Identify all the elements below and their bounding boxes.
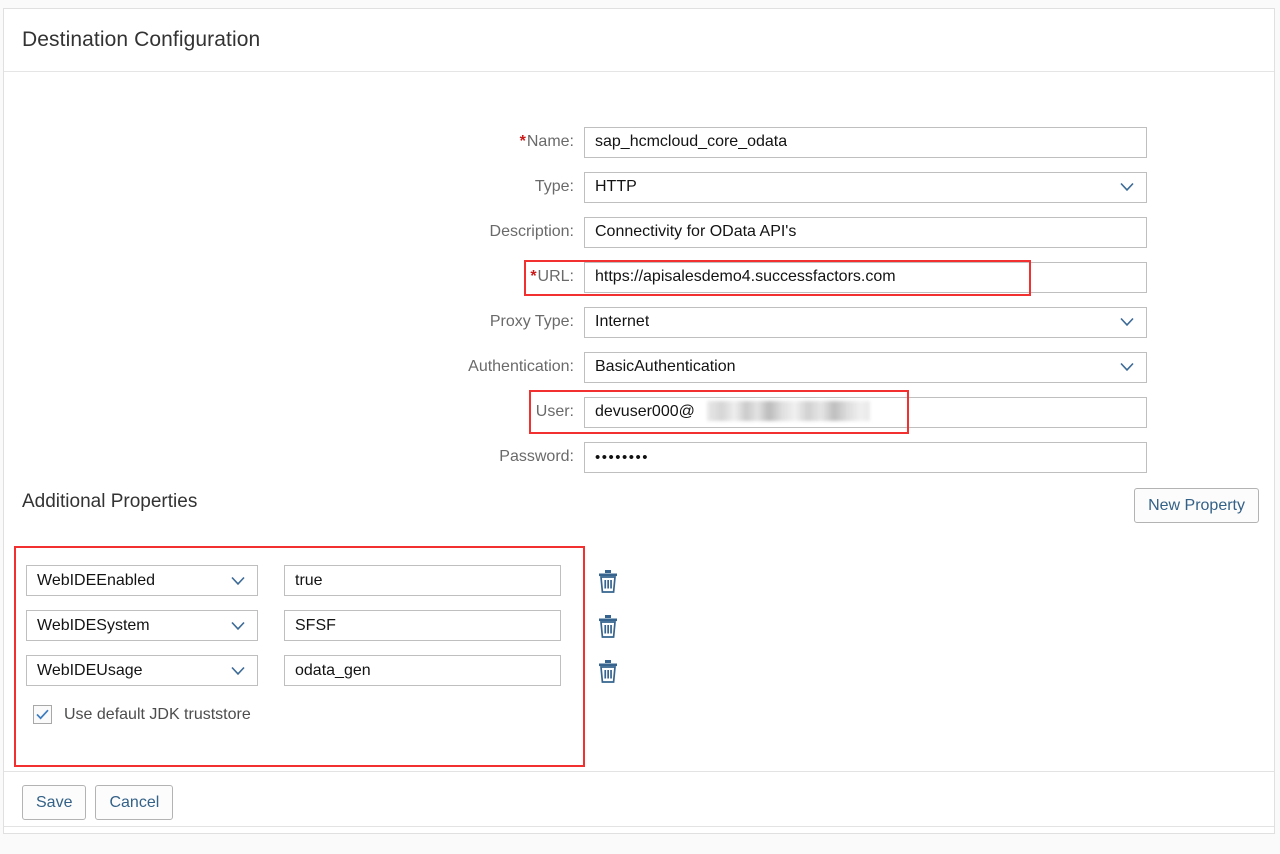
bottom-divider	[4, 826, 1274, 827]
trash-icon[interactable]	[597, 614, 619, 638]
name-input[interactable]: sap_hcmcloud_core_odata	[584, 126, 1147, 158]
truststore-row: Use default JDK truststore	[33, 705, 251, 724]
form-row-type: Type: HTTP	[4, 171, 1274, 203]
additional-properties-title: Additional Properties	[22, 491, 198, 512]
form-row-password: Password: ••••••••	[4, 441, 1274, 473]
url-input-value: https://apisalesdemo4.successfactors.com	[595, 268, 896, 285]
form-row-proxy-type: Proxy Type: Internet	[4, 306, 1274, 338]
property-key-value: WebIDESystem	[37, 616, 150, 634]
label-url: *URL:	[530, 268, 574, 285]
property-row: WebIDEEnabled true	[26, 565, 619, 596]
description-input[interactable]: Connectivity for OData API's	[584, 216, 1147, 248]
form-row-description: Description: Connectivity for OData API'…	[4, 216, 1274, 248]
label-user: User:	[535, 403, 574, 420]
footer-actions: Save Cancel	[22, 785, 174, 820]
property-value-text: odata_gen	[295, 661, 371, 679]
proxy-type-dropdown[interactable]: Internet	[584, 306, 1147, 338]
property-key-value: WebIDEUsage	[37, 661, 143, 679]
authentication-dropdown-value: BasicAuthentication	[595, 358, 736, 375]
label-password: Password:	[499, 448, 574, 465]
check-icon	[36, 709, 49, 720]
property-value-text: SFSF	[295, 616, 336, 634]
password-input-value: ••••••••	[595, 448, 650, 466]
form-row-url: *URL: https://apisalesdemo4.successfacto…	[4, 261, 1274, 293]
truststore-checkbox[interactable]	[33, 705, 52, 724]
label-description: Description:	[489, 223, 574, 240]
footer-divider	[4, 771, 1274, 772]
proxy-type-dropdown-value: Internet	[595, 313, 650, 330]
required-asterisk-name: *	[519, 133, 526, 150]
authentication-dropdown[interactable]: BasicAuthentication	[584, 351, 1147, 383]
save-button-label: Save	[36, 793, 73, 811]
form-row-user: User: devuser000@	[4, 396, 1274, 428]
property-row: WebIDESystem SFSF	[26, 610, 619, 641]
url-input[interactable]: https://apisalesdemo4.successfactors.com	[584, 261, 1147, 293]
trash-icon[interactable]	[597, 569, 619, 593]
save-button[interactable]: Save	[22, 785, 87, 820]
property-key-dropdown[interactable]: WebIDESystem	[26, 610, 258, 641]
cancel-button[interactable]: Cancel	[95, 785, 174, 820]
page-title: Destination Configuration	[22, 28, 261, 51]
type-dropdown[interactable]: HTTP	[584, 171, 1147, 203]
name-input-value: sap_hcmcloud_core_odata	[595, 133, 788, 150]
chevron-down-icon	[1120, 317, 1134, 327]
cancel-button-label: Cancel	[109, 793, 160, 811]
property-row: WebIDEUsage odata_gen	[26, 655, 619, 686]
property-value-text: true	[295, 571, 323, 589]
label-type: Type:	[534, 178, 574, 195]
property-value-input[interactable]: odata_gen	[284, 655, 561, 686]
chevron-down-icon	[231, 576, 245, 585]
property-key-dropdown[interactable]: WebIDEUsage	[26, 655, 258, 686]
label-authentication: Authentication:	[468, 358, 574, 375]
form-row-name: *Name: sap_hcmcloud_core_odata	[4, 126, 1274, 158]
destination-configuration-panel: Destination Configuration *Name: sap_hcm…	[3, 8, 1275, 834]
label-proxy-type: Proxy Type:	[489, 313, 574, 330]
password-input[interactable]: ••••••••	[584, 441, 1147, 473]
additional-properties-list: WebIDEEnabled true WebIDESystem SFSF Web…	[26, 565, 619, 700]
truststore-label: Use default JDK truststore	[64, 705, 251, 723]
chevron-down-icon	[1120, 182, 1134, 192]
chevron-down-icon	[1120, 362, 1134, 372]
user-input-value: devuser000@	[595, 403, 695, 420]
property-key-dropdown[interactable]: WebIDEEnabled	[26, 565, 258, 596]
type-dropdown-value: HTTP	[595, 178, 637, 195]
chevron-down-icon	[231, 666, 245, 675]
required-asterisk-url: *	[530, 268, 537, 285]
property-value-input[interactable]: true	[284, 565, 561, 596]
property-key-value: WebIDEEnabled	[37, 571, 155, 589]
panel-header: Destination Configuration	[4, 9, 1274, 72]
form-row-authentication: Authentication: BasicAuthentication	[4, 351, 1274, 383]
redacted-user-domain	[707, 400, 870, 421]
trash-icon[interactable]	[597, 659, 619, 683]
chevron-down-icon	[231, 621, 245, 630]
new-property-button-label: New Property	[1148, 496, 1245, 514]
property-value-input[interactable]: SFSF	[284, 610, 561, 641]
user-input[interactable]: devuser000@	[584, 396, 1147, 428]
form-fields: *Name: sap_hcmcloud_core_odata Type: HTT…	[4, 126, 1274, 487]
description-input-value: Connectivity for OData API's	[595, 223, 797, 240]
label-name: *Name:	[519, 133, 574, 150]
new-property-button[interactable]: New Property	[1134, 488, 1259, 523]
